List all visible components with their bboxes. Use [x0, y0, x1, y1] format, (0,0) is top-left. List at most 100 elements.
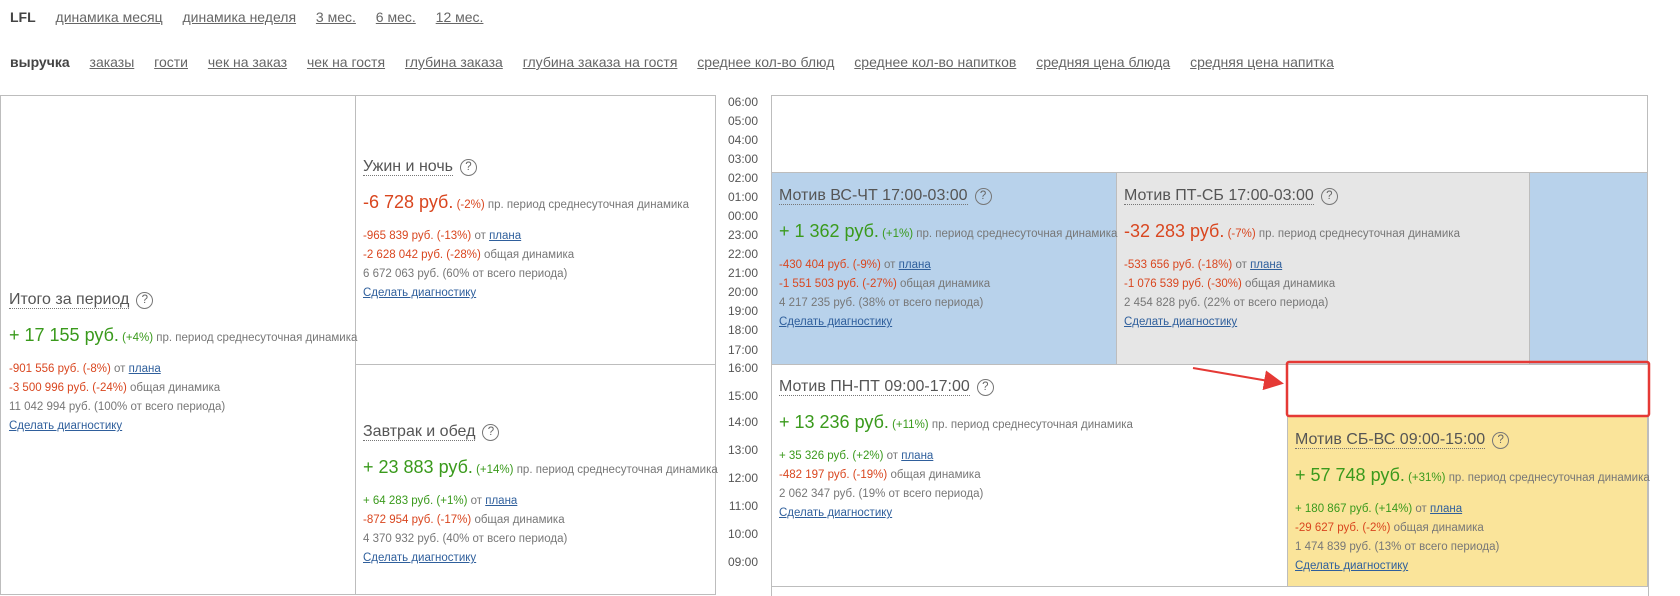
- diagnose-link[interactable]: Сделать диагностику: [779, 507, 892, 519]
- plan-link[interactable]: плана: [129, 363, 161, 375]
- pt-sb-title: Мотив ПТ-СБ 17:00-03:00: [1124, 187, 1314, 205]
- hour-label: 10:00: [727, 527, 758, 541]
- hour-label: 18:00: [727, 323, 758, 337]
- hour-label: 03:00: [727, 152, 758, 166]
- vs-cht-main-value: + 1 362 руб.: [779, 221, 879, 241]
- sb-vs-plan-value: + 180 867 руб. (+14%): [1295, 503, 1413, 515]
- period-note: пр. период среднесуточная динамика: [487, 199, 689, 211]
- diagnose-link[interactable]: Сделать диагностику: [779, 316, 892, 328]
- pn-pt-main-pct: (+11%): [892, 419, 929, 431]
- plan-link[interactable]: плана: [901, 450, 933, 462]
- hour-label: 06:00: [727, 95, 758, 109]
- breakfast-overall-value: -872 954 руб. (-17%): [363, 514, 472, 526]
- pn-pt-plan-value: + 35 326 руб. (+2%): [779, 450, 884, 462]
- plan-link[interactable]: плана: [1250, 259, 1282, 271]
- nav-dynamics-month[interactable]: динамика месяц: [56, 9, 163, 25]
- vs-cht-title: Мотив ВС-ЧТ 17:00-03:00: [779, 187, 968, 205]
- hour-label: 09:00: [727, 555, 758, 569]
- sb-vs-main-value: + 57 748 руб.: [1295, 465, 1405, 485]
- period-note: пр. период среднесуточная динамика: [516, 464, 718, 476]
- sb-vs-card: Мотив СБ-ВС 09:00-15:00? + 57 748 руб. (…: [1295, 431, 1650, 572]
- diagnose-link[interactable]: Сделать диагностику: [1124, 316, 1237, 328]
- metric-guests[interactable]: гости: [154, 54, 188, 70]
- metric-order-depth[interactable]: глубина заказа: [405, 54, 503, 70]
- metric-revenue[interactable]: выручка: [10, 54, 70, 70]
- dinner-main-pct: (-2%): [456, 199, 485, 211]
- help-icon[interactable]: ?: [482, 424, 500, 441]
- pn-pt-share: 2 062 347 руб. (19% от всего периода): [779, 488, 984, 500]
- diagnose-link[interactable]: Сделать диагностику: [363, 287, 476, 299]
- nav-12-months[interactable]: 12 мес.: [436, 9, 484, 25]
- extra-blue-cell: [1529, 172, 1648, 365]
- dinner-main-value: -6 728 руб.: [363, 192, 454, 212]
- pn-pt-main-value: + 13 236 руб.: [779, 412, 889, 432]
- help-icon[interactable]: ?: [1320, 188, 1338, 205]
- hour-label: 16:00: [727, 361, 758, 375]
- hour-label: 21:00: [727, 266, 758, 280]
- pn-pt-card: Мотив ПН-ПТ 09:00-17:00? + 13 236 руб. (…: [779, 378, 1133, 519]
- metric-orders[interactable]: заказы: [90, 54, 135, 70]
- hour-label: 13:00: [727, 443, 758, 457]
- pn-pt-title: Мотив ПН-ПТ 09:00-17:00: [779, 378, 970, 396]
- metric-nav: выручка заказы гости чек на заказ чек на…: [10, 54, 1350, 70]
- dinner-share: 6 672 063 руб. (60% от всего периода): [363, 268, 568, 280]
- diagnose-link[interactable]: Сделать диагностику: [363, 552, 476, 564]
- period-note: пр. период среднесуточная динамика: [916, 228, 1118, 240]
- hour-label: 17:00: [727, 343, 758, 357]
- hour-label: 23:00: [727, 228, 758, 242]
- period-note: пр. период среднесуточная динамика: [931, 419, 1133, 431]
- metric-check-per-guest[interactable]: чек на гостя: [307, 54, 385, 70]
- hour-label: 11:00: [728, 499, 758, 513]
- nav-6-months[interactable]: 6 мес.: [376, 9, 416, 25]
- help-icon[interactable]: ?: [976, 379, 994, 396]
- plan-link[interactable]: плана: [1430, 503, 1462, 515]
- pt-sb-plan-value: -533 656 руб. (-18%): [1124, 259, 1233, 271]
- breakfast-title: Завтрак и обед: [363, 423, 476, 441]
- sb-vs-overall-value: -29 627 руб. (-2%): [1295, 522, 1391, 534]
- plan-link[interactable]: плана: [489, 230, 521, 242]
- diagnose-link[interactable]: Сделать диагностику: [1295, 560, 1408, 572]
- total-overall-value: -3 500 996 руб. (-24%): [9, 382, 127, 394]
- help-icon[interactable]: ?: [1492, 432, 1510, 449]
- vs-cht-main-pct: (+1%): [882, 228, 914, 240]
- period-note: пр. период среднесуточная динамика: [156, 332, 358, 344]
- metric-avg-drinks[interactable]: среднее кол-во напитков: [854, 54, 1016, 70]
- hour-label: 15:00: [727, 389, 758, 403]
- dinner-plan-value: -965 839 руб. (-13%): [363, 230, 472, 242]
- help-icon[interactable]: ?: [460, 159, 477, 176]
- plan-link[interactable]: плана: [485, 495, 517, 507]
- nav-3-months[interactable]: 3 мес.: [316, 9, 356, 25]
- pt-sb-main-pct: (-7%): [1227, 228, 1256, 240]
- hour-label: 00:00: [727, 209, 758, 223]
- metric-avg-drink-price[interactable]: средняя цена напитка: [1190, 54, 1334, 70]
- period-note: пр. период среднесуточная динамика: [1258, 228, 1460, 240]
- total-title: Итого за период: [9, 291, 130, 309]
- vs-cht-share: 4 217 235 руб. (38% от всего периода): [779, 297, 984, 309]
- pt-sb-card: Мотив ПТ-СБ 17:00-03:00? -32 283 руб. (-…: [1124, 187, 1460, 328]
- nav-lfl[interactable]: LFL: [10, 9, 36, 25]
- hour-scale: 06:00 05:00 04:00 03:00 02:00 01:00 00:00 23:00…: [716, 95, 772, 590]
- sb-vs-main-pct: (+31%): [1408, 472, 1446, 484]
- dinner-title: Ужин и ночь: [363, 158, 453, 176]
- total-share: 11 042 994 руб. (100% от всего периода): [9, 401, 226, 413]
- total-card: Итого за период? + 17 155 руб. (+4%) пр.…: [9, 291, 358, 432]
- hour-label: 19:00: [727, 304, 758, 318]
- pt-sb-share: 2 454 828 руб. (22% от всего периода): [1124, 297, 1329, 309]
- help-icon[interactable]: ?: [136, 292, 154, 309]
- diagnose-link[interactable]: Сделать диагностику: [9, 420, 122, 432]
- pt-sb-main-value: -32 283 руб.: [1124, 221, 1225, 241]
- dinner-card: Ужин и ночь? -6 728 руб. (-2%) пр. перио…: [363, 158, 689, 299]
- bottom-strip: [771, 586, 1649, 596]
- metric-order-depth-per-guest[interactable]: глубина заказа на гостя: [523, 54, 678, 70]
- plan-link[interactable]: плана: [899, 259, 931, 271]
- pn-pt-overall-value: -482 197 руб. (-19%): [779, 469, 888, 481]
- hour-label: 04:00: [727, 133, 758, 147]
- help-icon[interactable]: ?: [974, 188, 992, 205]
- vs-cht-overall-value: -1 551 503 руб. (-27%): [779, 278, 897, 290]
- nav-dynamics-week[interactable]: динамика неделя: [183, 9, 297, 25]
- metric-avg-dish-price[interactable]: средняя цена блюда: [1036, 54, 1170, 70]
- breakfast-main-value: + 23 883 руб.: [363, 457, 473, 477]
- hour-label: 22:00: [727, 247, 758, 261]
- metric-avg-dishes[interactable]: среднее кол-во блюд: [697, 54, 834, 70]
- metric-check-per-order[interactable]: чек на заказ: [208, 54, 287, 70]
